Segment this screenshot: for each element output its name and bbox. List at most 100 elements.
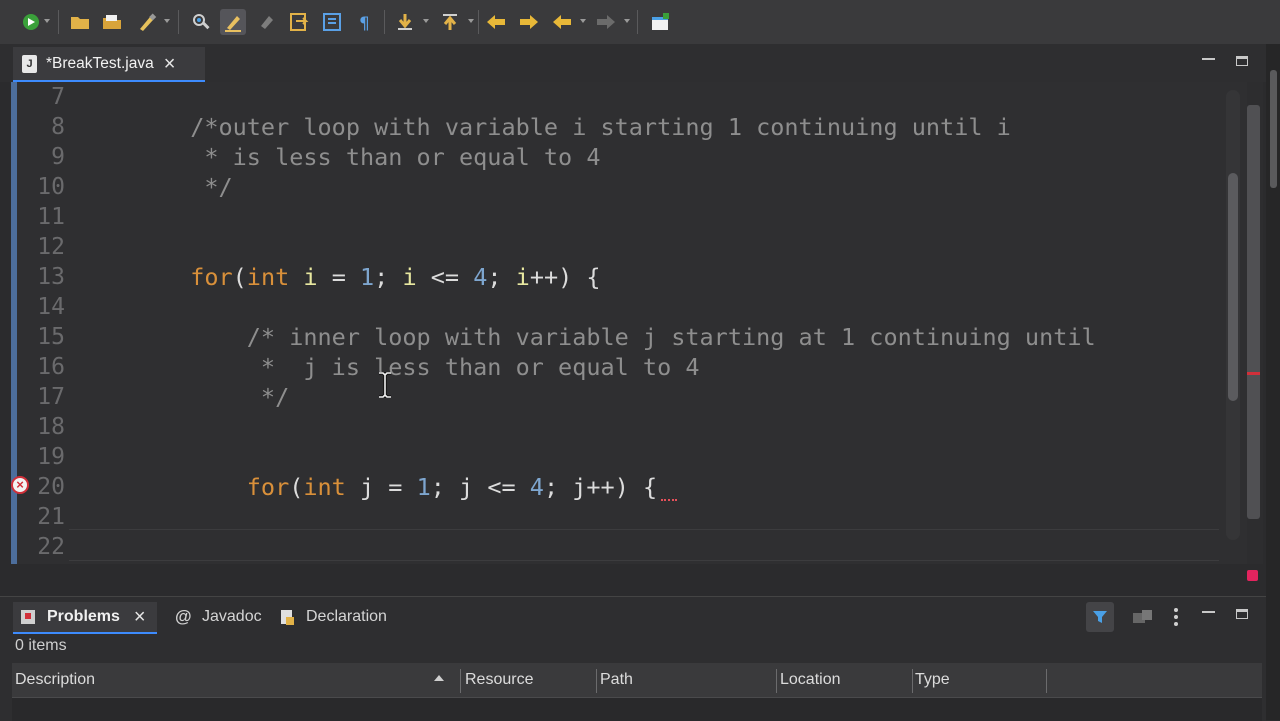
nav-forward-icon [593, 9, 619, 35]
tab-javadoc[interactable]: @ Javadoc [168, 602, 262, 632]
close-icon[interactable]: × [134, 607, 146, 627]
code-line: /* inner loop with variable j starting a… [77, 322, 1096, 352]
code-token: */ [246, 383, 290, 411]
code-token: ; [487, 263, 516, 291]
line-number: 10 [37, 174, 65, 200]
highlight-icon[interactable] [220, 9, 246, 35]
problems-table-body[interactable] [12, 698, 1262, 721]
code-line: /*outer loop with variable i starting 1 … [77, 112, 1011, 142]
error-marker-icon[interactable]: × [11, 476, 29, 494]
editor-tab-label: *BreakTest.java [46, 54, 154, 72]
code-token: j = [345, 473, 417, 501]
vertical-scrollbar-thumb[interactable] [1228, 173, 1238, 401]
prev-annotation-icon[interactable] [437, 9, 463, 35]
sort-ascending-icon[interactable] [434, 675, 444, 681]
column-path[interactable]: Path [597, 663, 633, 697]
code-token: 4 [473, 263, 488, 291]
code-token: 1 [360, 263, 375, 291]
code-token: * j is less than or equal to 4 [246, 353, 700, 381]
overview-error-mark[interactable] [1247, 372, 1260, 375]
tab-javadoc-label: Javadoc [202, 608, 262, 625]
java-file-icon: J [22, 54, 37, 73]
main-toolbar: ¶ [0, 0, 1280, 45]
editor-tab-breaktest[interactable]: J *BreakTest.java × [13, 47, 205, 82]
open-perspective-icon[interactable] [647, 9, 673, 35]
line-number: 17 [37, 384, 65, 410]
code-editor[interactable]: 7 8 9 10 11 12 13 14 15 16 17 18 19 20 21 22 × /*outer … [11, 82, 1247, 564]
code-line: */ [77, 382, 289, 412]
problems-table-header: Description Resource Path Location Type [12, 663, 1262, 698]
tab-declaration[interactable]: Declaration [272, 602, 387, 632]
line-number: 9 [51, 144, 65, 170]
nav-back-icon[interactable] [549, 9, 575, 35]
code-line: */ [77, 172, 232, 202]
close-icon[interactable]: × [164, 54, 176, 74]
text-cursor-icon [379, 372, 391, 398]
line-number: 18 [37, 414, 65, 440]
code-token: i [402, 263, 417, 291]
open-folder-icon[interactable] [67, 9, 93, 35]
maximize-icon[interactable] [1236, 609, 1248, 619]
problems-panel: Problems × @ Javadoc Declaration 0 items… [0, 596, 1266, 721]
code-token: ; j++) { [543, 473, 658, 501]
minimize-icon[interactable] [1202, 611, 1215, 613]
line-number: 22 [37, 534, 65, 560]
column-resource[interactable]: Resource [462, 663, 533, 697]
paragraph-icon[interactable]: ¶ [352, 9, 378, 35]
search-type-icon[interactable] [188, 9, 214, 35]
code-token: /*outer loop with variable i starting 1 … [190, 113, 1011, 141]
forward-icon[interactable] [516, 9, 542, 35]
code-token: 4 [529, 473, 544, 501]
minimize-icon[interactable] [1202, 58, 1215, 60]
code-token: ( [289, 473, 304, 501]
annotation-icon[interactable] [286, 9, 312, 35]
column-description[interactable]: Description [12, 663, 95, 697]
marker-icon[interactable] [254, 9, 280, 35]
run-icon[interactable] [18, 9, 44, 35]
code-token: * is less than or equal to 4 [190, 143, 601, 171]
next-annotation-icon[interactable] [392, 9, 418, 35]
filter-icon[interactable] [1086, 602, 1114, 632]
block-selection-icon[interactable] [319, 9, 345, 35]
view-menu-icon[interactable] [1173, 607, 1179, 627]
current-line-highlight [69, 529, 1219, 561]
declaration-icon [278, 608, 296, 626]
tab-problems-label: Problems [47, 608, 120, 625]
line-number: 14 [37, 294, 65, 320]
code-line: for(int j = 1; j <= 4; j++) { [77, 472, 657, 502]
tab-problems[interactable]: Problems × [13, 602, 157, 634]
code-token: <= [416, 263, 474, 291]
overview-status-indicator[interactable] [1247, 570, 1258, 581]
open-file-icon[interactable] [99, 9, 125, 35]
line-number: 13 [37, 264, 65, 290]
code-token: 1 [416, 473, 431, 501]
tab-declaration-label: Declaration [306, 608, 387, 625]
overview-ruler-thumb[interactable] [1247, 105, 1260, 519]
code-token: int [246, 263, 290, 291]
line-number: 15 [37, 324, 65, 350]
code-token: ++) { [529, 263, 601, 291]
line-number: 21 [37, 504, 65, 530]
line-number: 16 [37, 354, 65, 380]
window-scrollbar-thumb[interactable] [1270, 70, 1277, 188]
maximize-icon[interactable] [1236, 56, 1248, 66]
code-token: int [303, 473, 346, 501]
column-type[interactable]: Type [912, 663, 950, 697]
brush-icon[interactable] [134, 9, 160, 35]
at-icon: @ [174, 607, 192, 626]
code-token: ; [374, 263, 403, 291]
code-token: = [317, 263, 361, 291]
line-number: 19 [37, 444, 65, 470]
back-icon[interactable] [483, 9, 509, 35]
line-number: 7 [51, 84, 65, 110]
column-location[interactable]: Location [777, 663, 841, 697]
code-token: i [303, 263, 318, 291]
